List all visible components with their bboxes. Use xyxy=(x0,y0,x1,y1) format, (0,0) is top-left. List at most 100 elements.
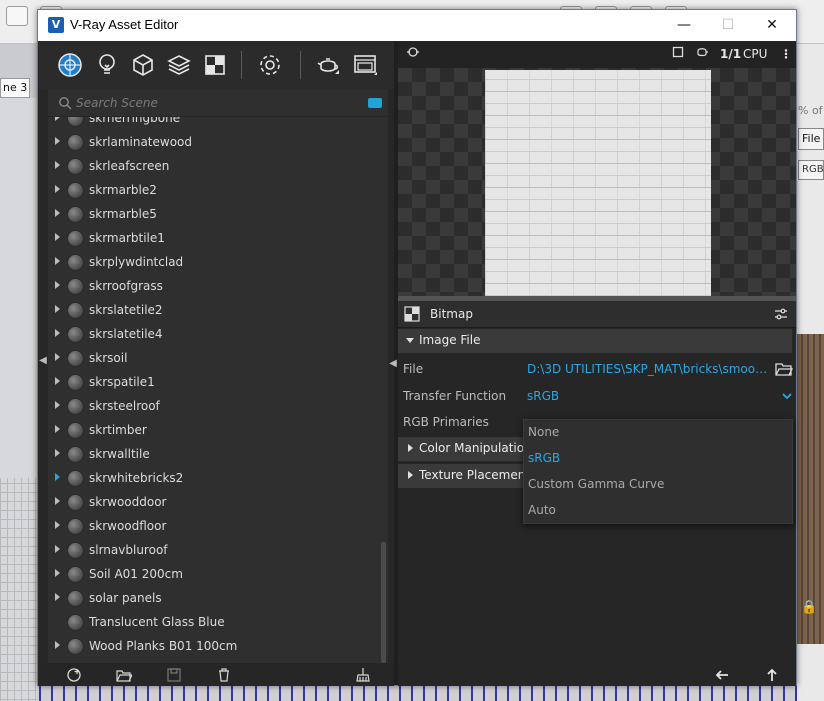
material-sphere-icon xyxy=(67,206,84,223)
more-options-icon[interactable]: ⋮ xyxy=(780,45,792,63)
list-item[interactable]: skrslatetile2 xyxy=(48,299,378,323)
transfer-function-select[interactable]: sRGB xyxy=(527,389,771,403)
expand-arrow-icon[interactable] xyxy=(55,185,60,193)
expand-arrow-icon[interactable] xyxy=(55,401,60,409)
list-item[interactable]: skrplywdintclad xyxy=(48,251,378,275)
list-item[interactable]: Wood Planks B01 100cm xyxy=(48,635,378,659)
chevron-down-icon[interactable] xyxy=(781,390,793,402)
list-item[interactable]: skrwalltile xyxy=(48,443,378,467)
host-tool-button[interactable] xyxy=(6,6,28,26)
expand-arrow-icon[interactable] xyxy=(55,641,60,649)
cube-icon[interactable] xyxy=(129,51,157,79)
expand-arrow-icon[interactable] xyxy=(55,281,60,289)
material-sphere-icon xyxy=(67,566,84,583)
list-item[interactable]: skrlaminatewood xyxy=(48,131,378,155)
teapot-icon[interactable] xyxy=(314,51,342,79)
preview-ratio[interactable]: 1/1 xyxy=(720,45,741,63)
sliders-icon[interactable] xyxy=(774,307,788,321)
list-item[interactable]: skrwoodfloor xyxy=(48,515,378,539)
expand-arrow-icon[interactable] xyxy=(55,569,60,577)
collapse-right-icon[interactable]: ◀ xyxy=(388,354,398,374)
list-item[interactable]: skrleafscreen xyxy=(48,155,378,179)
list-item[interactable]: skrmarbtile1 xyxy=(48,227,378,251)
asset-name: slrnavbluroof xyxy=(89,543,168,557)
expand-arrow-icon[interactable] xyxy=(55,425,60,433)
dropdown-option[interactable]: Custom Gamma Curve xyxy=(524,472,792,498)
list-item[interactable]: solar panels xyxy=(48,587,378,611)
asset-list-scrollbar[interactable] xyxy=(380,117,387,663)
gear-icon[interactable] xyxy=(256,51,284,79)
render-engine-label[interactable]: CPU xyxy=(743,45,767,63)
lightbulb-icon[interactable] xyxy=(93,51,121,79)
layers-icon[interactable] xyxy=(165,51,193,79)
expand-arrow-icon[interactable] xyxy=(55,545,60,553)
list-item[interactable]: skrmarble5 xyxy=(48,203,378,227)
list-item[interactable]: slrnavbluroof xyxy=(48,539,378,563)
host-scene-tab[interactable]: ne 3 xyxy=(0,78,30,98)
list-item[interactable]: Translucent Glass Blue xyxy=(48,611,378,635)
preview-scene-icon[interactable] xyxy=(695,45,709,63)
color-manipulation-section[interactable]: Color Manipulation xyxy=(398,437,532,461)
list-item[interactable]: skrslatetile4 xyxy=(48,323,378,347)
expand-arrow-icon[interactable] xyxy=(55,473,60,481)
list-item[interactable]: skrwhitebricks2 xyxy=(48,467,378,491)
expand-arrow-icon[interactable] xyxy=(55,329,60,337)
frame-buffer-icon[interactable] xyxy=(351,51,379,79)
host-file-button[interactable]: File xyxy=(798,128,824,150)
close-button[interactable]: ✕ xyxy=(750,10,794,41)
dropdown-option-label: sRGB xyxy=(528,451,561,465)
host-rgb-button[interactable]: RGB xyxy=(798,160,824,180)
image-file-section[interactable]: Image File xyxy=(398,329,792,353)
save-icon[interactable] xyxy=(164,665,184,685)
list-item[interactable]: skrroofgrass xyxy=(48,275,378,299)
asset-name: skrherringbone xyxy=(89,117,181,125)
arrow-left-icon[interactable] xyxy=(713,666,731,684)
texture-icon[interactable] xyxy=(201,51,229,79)
dropdown-option[interactable]: None xyxy=(524,420,792,446)
preview-lock-icon[interactable] xyxy=(406,45,420,63)
minimize-button[interactable]: — xyxy=(662,10,706,41)
expand-arrow-icon[interactable] xyxy=(55,161,60,169)
materials-icon[interactable] xyxy=(56,51,84,79)
expand-arrow-icon[interactable] xyxy=(55,449,60,457)
expand-arrow-icon[interactable] xyxy=(55,209,60,217)
file-path-field[interactable]: D:\3D UTILITIES\SKP_MAT\bricks\smooth\te… xyxy=(527,362,771,376)
list-item[interactable]: skrherringbone xyxy=(48,117,378,131)
expand-arrow-icon[interactable] xyxy=(55,353,60,361)
list-item[interactable]: skrsteelroof xyxy=(48,395,378,419)
filter-tag-icon[interactable] xyxy=(368,98,382,108)
expand-arrow-icon[interactable] xyxy=(55,593,60,601)
list-item[interactable]: skrtimber xyxy=(48,419,378,443)
folder-open-icon[interactable] xyxy=(114,665,134,685)
arrow-up-icon[interactable] xyxy=(763,666,781,684)
expand-arrow-icon[interactable] xyxy=(55,305,60,313)
trash-icon[interactable] xyxy=(214,665,234,685)
search-input[interactable] xyxy=(76,93,356,113)
collapse-left-icon[interactable]: ◀ xyxy=(38,351,48,371)
expand-arrow-icon[interactable] xyxy=(55,257,60,265)
dropdown-option[interactable]: Auto xyxy=(524,498,792,524)
expand-arrow-icon[interactable] xyxy=(55,377,60,385)
broom-icon[interactable] xyxy=(353,665,373,685)
expand-arrow-icon[interactable] xyxy=(55,137,60,145)
expand-arrow-icon[interactable] xyxy=(55,497,60,505)
expand-arrow-icon[interactable] xyxy=(55,233,60,241)
expand-arrow-icon[interactable] xyxy=(55,521,60,529)
asset-name: skrleafscreen xyxy=(89,159,170,173)
preview-region-icon[interactable] xyxy=(672,45,684,63)
list-item[interactable]: skrsoil xyxy=(48,347,378,371)
lock-icon[interactable]: 🔒 xyxy=(801,600,817,615)
maximize-button[interactable]: ☐ xyxy=(706,10,750,41)
expand-arrow-icon[interactable] xyxy=(55,117,60,121)
list-item[interactable]: skrspatile1 xyxy=(48,371,378,395)
list-item[interactable]: skrwooddoor xyxy=(48,491,378,515)
list-item[interactable]: Soil A01 200cm xyxy=(48,563,378,587)
host-viewport-bottom xyxy=(37,686,797,701)
material-sphere-icon xyxy=(67,230,84,247)
list-item[interactable]: skrmarble2 xyxy=(48,179,378,203)
texture-placement-section[interactable]: Texture Placement xyxy=(398,464,530,488)
folder-open-icon[interactable] xyxy=(775,361,793,377)
dropdown-option[interactable]: sRGB xyxy=(524,446,792,472)
scrollbar-thumb[interactable] xyxy=(381,542,386,663)
add-material-icon[interactable] xyxy=(64,665,84,685)
